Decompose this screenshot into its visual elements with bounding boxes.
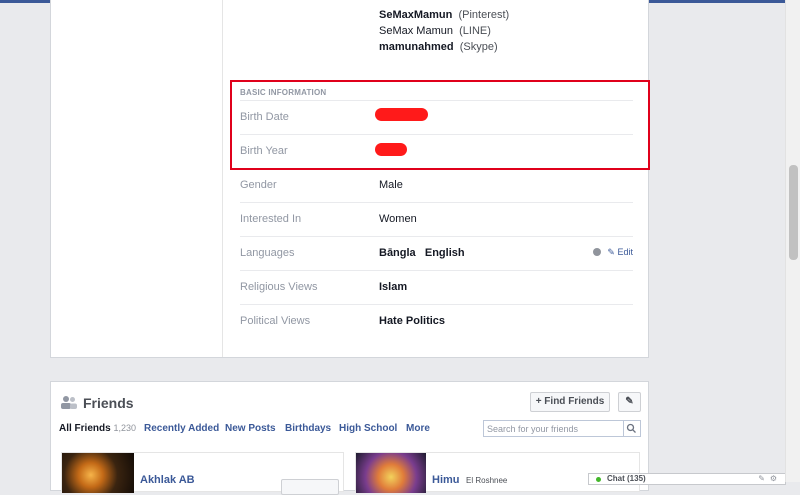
field-value: Bāngla English <box>379 247 465 259</box>
friends-title: Friends <box>83 395 134 411</box>
friend-tile[interactable]: Himu El Roshnee <box>355 452 640 493</box>
contact-name: mamunahmed <box>379 41 454 53</box>
tab-label: All Friends <box>59 423 111 434</box>
info-row-religious-views: Religious Views Islam <box>240 270 633 305</box>
contact-item: mamunahmed (Skype) <box>379 41 498 53</box>
info-row-gender: Gender Male <box>240 168 633 203</box>
friend-photo[interactable] <box>356 453 426 493</box>
about-left-nav <box>51 0 223 357</box>
friends-search-input[interactable] <box>487 422 617 435</box>
online-dot-icon <box>596 477 601 482</box>
search-button[interactable] <box>623 421 640 436</box>
edit-controls: ✎ Edit <box>593 247 633 258</box>
contact-service: (Pinterest) <box>458 9 510 21</box>
friend-name[interactable]: Himu <box>432 474 460 486</box>
contact-name: SeMax Mamun <box>379 25 453 37</box>
language-item[interactable]: Bāngla <box>379 247 416 259</box>
search-icon <box>626 423 636 433</box>
chat-bar[interactable]: Chat (135) ✎ ⚙ <box>588 473 786 485</box>
pencil-icon: ✎ <box>607 247 615 257</box>
field-label: Political Views <box>240 315 311 327</box>
field-value: Male <box>379 179 403 191</box>
field-value[interactable]: Islam <box>379 281 407 293</box>
tab-high-school[interactable]: High School <box>339 423 397 434</box>
highlight-box <box>230 80 650 170</box>
contact-name: SeMaxMamun <box>379 9 453 21</box>
friend-tile[interactable]: Akhlak AB <box>61 452 344 495</box>
scrollbar-thumb[interactable] <box>789 165 798 260</box>
field-label: Gender <box>240 179 277 191</box>
field-label: Religious Views <box>240 281 318 293</box>
friends-search <box>483 420 641 437</box>
friend-subtext: El Roshnee <box>466 476 508 485</box>
tab-recently-added[interactable]: Recently Added <box>144 423 219 434</box>
pencil-icon: ✎ <box>625 396 634 407</box>
info-row-languages: Languages Bāngla English ✎ Edit <box>240 236 633 271</box>
info-row-political-views: Political Views Hate Politics <box>240 304 633 339</box>
find-friends-button[interactable]: + Find Friends <box>530 392 610 412</box>
field-label: Interested In <box>240 213 302 225</box>
page-scrollbar[interactable] <box>785 0 800 482</box>
contact-item: SeMaxMamun (Pinterest) <box>379 9 509 21</box>
contact-service: (Skype) <box>459 41 498 53</box>
friend-photo[interactable] <box>62 453 134 493</box>
friends-icon <box>61 396 77 409</box>
edit-link[interactable]: Edit <box>617 247 633 257</box>
field-value[interactable]: Hate Politics <box>379 315 445 327</box>
friends-card: Friends + Find Friends ✎ All Friends 1,2… <box>50 381 649 495</box>
globe-icon[interactable] <box>593 248 602 256</box>
tab-all-friends[interactable]: All Friends 1,230 <box>59 423 136 434</box>
field-label: Languages <box>240 247 295 259</box>
tab-birthdays[interactable]: Birthdays <box>285 423 331 434</box>
tab-more[interactable]: More <box>406 423 430 434</box>
friends-count: 1,230 <box>113 423 136 433</box>
language-item[interactable]: English <box>425 247 465 259</box>
friend-button[interactable] <box>281 479 339 495</box>
contact-service: (LINE) <box>459 25 491 37</box>
about-section-card: SeMaxMamun (Pinterest) SeMax Mamun (LINE… <box>50 0 649 358</box>
field-value: Women <box>379 213 417 225</box>
info-row-interested-in: Interested In Women <box>240 202 633 237</box>
contact-item-partial <box>379 0 469 6</box>
edit-friends-button[interactable]: ✎ <box>618 392 641 412</box>
tab-new-posts[interactable]: New Posts <box>225 423 276 434</box>
contact-item: SeMax Mamun (LINE) <box>379 25 491 37</box>
friend-name[interactable]: Akhlak AB <box>140 474 195 486</box>
